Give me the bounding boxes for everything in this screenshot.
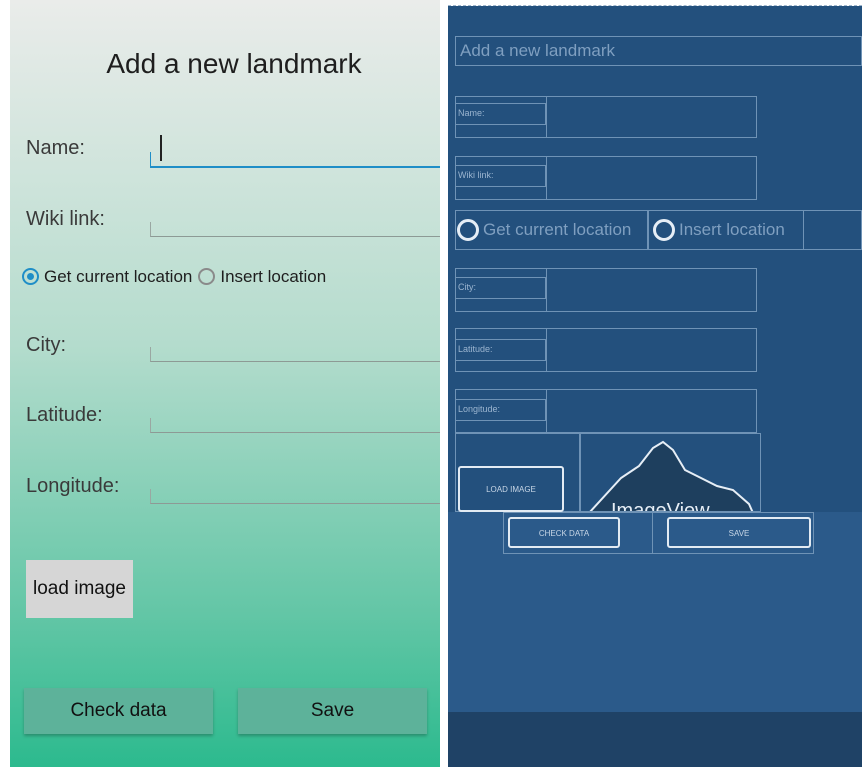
name-field[interactable]	[150, 139, 440, 168]
bp-wiki-field[interactable]	[546, 156, 757, 200]
bp-name-label: Name:	[455, 103, 546, 125]
bp-imageview-label: ImageView	[611, 500, 710, 512]
name-input[interactable]	[161, 139, 425, 164]
location-radio-group: Get current location Insert location	[22, 266, 332, 287]
latitude-label: Latitude:	[26, 404, 103, 426]
bp-imageview: ImageView	[580, 433, 761, 512]
text-cursor	[160, 135, 162, 161]
latitude-field[interactable]	[150, 418, 440, 433]
longitude-label: Longitude:	[26, 475, 120, 497]
radio-insert-location[interactable]	[198, 268, 216, 286]
bp-check-data-button[interactable]: CHECK DATA	[508, 517, 620, 548]
bp-load-image-button[interactable]: LOAD IMAGE	[458, 466, 564, 512]
radio-get-current-location[interactable]	[22, 268, 39, 286]
longitude-field[interactable]	[150, 489, 440, 504]
wiki-link-field[interactable]	[150, 222, 440, 237]
bp-latitude-label: Latitude:	[455, 339, 546, 361]
radio-get-current-location-label[interactable]: Get current location	[44, 267, 192, 286]
bp-title: Add a new landmark	[455, 36, 862, 66]
check-data-button[interactable]: Check data	[24, 688, 213, 734]
bp-city-field[interactable]	[546, 268, 757, 312]
radio-insert-location-label[interactable]: Insert location	[220, 267, 326, 286]
name-label: Name:	[26, 137, 85, 159]
phone-preview: Add a new landmark Name: Wiki link: Get …	[10, 0, 440, 767]
bp-name-field[interactable]	[546, 96, 757, 138]
bp-wiki-label: Wiki link:	[455, 165, 546, 187]
blueprint-bottom-bar	[448, 712, 862, 767]
bp-radio-current-label: Get current location	[483, 220, 632, 239]
bp-save-button[interactable]: SAVE	[667, 517, 811, 548]
city-field[interactable]	[150, 347, 440, 362]
city-label: City:	[26, 334, 66, 356]
bp-radio-insert-icon	[653, 219, 675, 241]
bp-latitude-field[interactable]	[546, 328, 757, 372]
bp-longitude-label: Longitude:	[455, 399, 546, 421]
page-title: Add a new landmark	[106, 48, 362, 79]
load-image-button[interactable]: load image	[26, 560, 133, 618]
wiki-link-label: Wiki link:	[26, 208, 105, 230]
blueprint-top-edge	[448, 0, 862, 6]
save-button[interactable]: Save	[238, 688, 427, 734]
bp-city-label: City:	[455, 277, 546, 299]
bp-radio-current-icon	[457, 219, 479, 241]
bp-longitude-field[interactable]	[546, 389, 757, 433]
bp-radio-insert-label: Insert location	[679, 220, 785, 239]
blueprint-preview: Add a new landmark Name: Wiki link: Get …	[448, 0, 862, 767]
